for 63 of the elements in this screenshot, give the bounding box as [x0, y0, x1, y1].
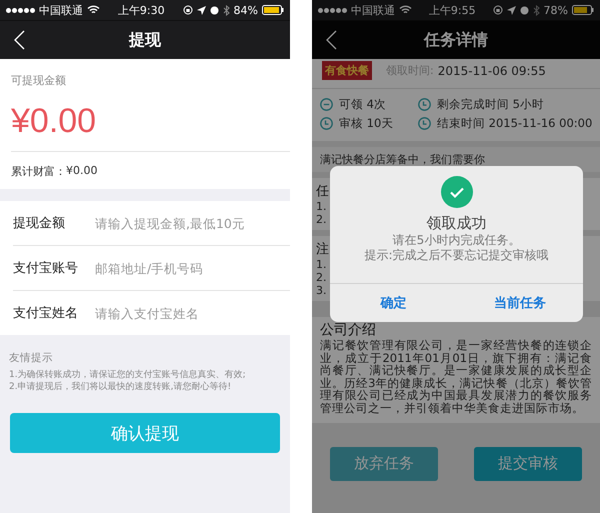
- battery-percent: 84%: [234, 4, 258, 16]
- carrier-name: 中国联通: [351, 2, 395, 18]
- wifi-icon: [87, 5, 100, 15]
- total-label: 累计财富：: [11, 164, 66, 179]
- dialog-message: 请在5小时内完成任务。: [392, 233, 520, 248]
- total-value: ¥0.00: [66, 164, 98, 179]
- battery-percent: 78%: [544, 4, 568, 16]
- tip-text: 2.申请提现后，我们将以最快的速度转账,请您耐心等待!: [9, 381, 232, 393]
- restaurant-logo: 有食快餐: [322, 61, 372, 80]
- battery-icon: [262, 5, 284, 15]
- confirm-button[interactable]: 确认提现: [10, 413, 280, 453]
- signal-icon: [6, 8, 35, 12]
- battery-icon: [572, 5, 594, 15]
- tips-title: 友情提示: [9, 351, 54, 365]
- claim-time: 2015-11-06 09:55: [438, 64, 546, 78]
- back-icon[interactable]: [14, 30, 25, 50]
- dialog-button[interactable]: 当前任务: [456, 284, 583, 322]
- action-button[interactable]: 提交审核: [474, 446, 582, 481]
- location-icon: [506, 6, 516, 14]
- bluetooth-icon: [532, 4, 540, 16]
- input-field[interactable]: 邮箱地址/手机号码: [95, 260, 290, 276]
- input-field[interactable]: 请输入提现金额,最低10元: [95, 216, 290, 230]
- section-title: 任: [316, 183, 329, 200]
- status-time: 上午9:55: [428, 2, 476, 18]
- info-text: 剩余完成时间 5小时: [437, 97, 544, 112]
- company-description: 满记餐饮管理有限公司，是一家经营快餐的连锁企业，成立于2011年01月01日，旗下拥有：满记食尚餐厅、满记快餐厅。是一家健康发展的成长型企业。历经3年的健康成长，满记快餐（北京）餐饮管理有限公司已经成为中国最具发展潜力的餐饮服务管理公司之一，并引领着中华美食走进国际市场。: [320, 339, 592, 415]
- section-line: 2.: [316, 271, 326, 284]
- section-line: 1.: [316, 200, 326, 213]
- info-text: 审核 10天: [339, 116, 394, 131]
- clock-icon: [418, 98, 431, 111]
- clock-icon: [320, 117, 333, 130]
- rotation-lock-icon: [182, 5, 193, 15]
- bluetooth-icon: [222, 4, 230, 16]
- info-text: 结束时间 2015-11-16 00:00: [437, 116, 592, 131]
- wifi-icon: [399, 5, 412, 15]
- field-label: 支付宝账号: [13, 260, 79, 277]
- section-line: 1.: [316, 258, 326, 271]
- dialog-button[interactable]: 确定: [330, 284, 456, 322]
- back-icon[interactable]: [326, 30, 337, 50]
- signal-icon: [318, 8, 347, 12]
- section-title: 公司介绍: [320, 321, 376, 339]
- action-button[interactable]: 放弃任务: [330, 446, 438, 481]
- minus-circle-icon: [320, 98, 333, 111]
- section-line: 2.: [316, 213, 326, 226]
- page-title: 任务详情: [424, 30, 488, 50]
- location-icon: [196, 6, 206, 14]
- check-circle-icon: [440, 176, 472, 208]
- carrier-name: 中国联通: [39, 2, 83, 18]
- dialog-title: 领取成功: [426, 214, 486, 233]
- balance-amount: ¥0.00: [11, 101, 98, 142]
- page-title: 提现: [129, 30, 161, 50]
- tip-text: 1.为确保转账成功，请保证您的支付宝账号信息真实、有效;: [9, 369, 247, 381]
- input-field[interactable]: 请输入支付宝姓名: [95, 306, 290, 320]
- section-line: 3.: [316, 284, 326, 297]
- info-text: 可领 4次: [339, 97, 386, 112]
- status-time: 上午9:30: [118, 2, 165, 18]
- field-label: 提现金额: [13, 215, 66, 232]
- section-title: 注: [316, 241, 329, 258]
- field-label: 支付宝姓名: [13, 305, 79, 322]
- dialog-message: 提示:完成之后不要忘记提交审核哦: [364, 248, 549, 263]
- rotation-lock-icon: [492, 5, 503, 15]
- balance-label: 可提现金额: [11, 73, 67, 88]
- clock-icon: [418, 117, 431, 130]
